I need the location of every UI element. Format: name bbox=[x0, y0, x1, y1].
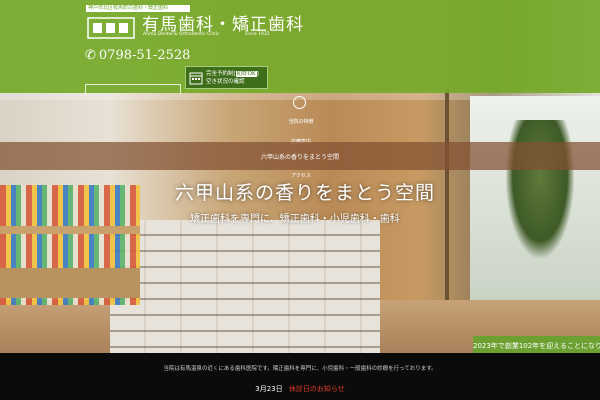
clinic-logo-icon[interactable] bbox=[87, 15, 135, 40]
hero-subline: 矯正歯科を専門に、矯正歯科・小児歯科・歯科 bbox=[190, 214, 400, 225]
reserve-line2: 空き状況の確認 bbox=[206, 78, 245, 85]
shelf-board bbox=[0, 226, 140, 234]
hero-band-text: 六甲山系の香りをまとう空間 bbox=[260, 154, 339, 161]
menu-box[interactable] bbox=[85, 84, 181, 94]
since-label: since 1932 bbox=[245, 32, 270, 37]
brick-wall bbox=[110, 220, 380, 353]
phone-number: 0798-51-2528 bbox=[98, 48, 191, 63]
phone-link[interactable]: ✆ 0798-51-2528 bbox=[85, 48, 190, 63]
news-link[interactable]: 休診日のお知らせ bbox=[289, 385, 345, 393]
plant bbox=[505, 120, 575, 260]
hero-headline: 六甲山系の香りをまとう空間 bbox=[175, 182, 436, 204]
shelf-base bbox=[0, 268, 140, 298]
footer-news: 3月23日 休診日のお知らせ bbox=[0, 384, 600, 394]
reservation-button[interactable]: 完全予約制[初診OK] 空き状況の確認 bbox=[185, 66, 268, 89]
news-date: 3月23日 bbox=[255, 385, 283, 393]
reserve-line1: 完全予約制 bbox=[206, 70, 234, 77]
calendar-icon bbox=[189, 72, 203, 84]
tooth-icon[interactable] bbox=[293, 96, 306, 109]
phone-icon: ✆ bbox=[85, 48, 96, 63]
footer-intro: 当院は有馬温泉の近くにある歯科医院です。矯正歯科を専門に、小児歯科・一般歯科の診… bbox=[163, 366, 437, 372]
nav-item-features[interactable]: 当院の特徴 bbox=[286, 118, 316, 125]
first-visit-badge: 初診OK bbox=[235, 70, 257, 77]
door-frame bbox=[445, 90, 449, 305]
clinic-name-en: Arima Dental & Orthodontic Clinic bbox=[143, 32, 220, 37]
